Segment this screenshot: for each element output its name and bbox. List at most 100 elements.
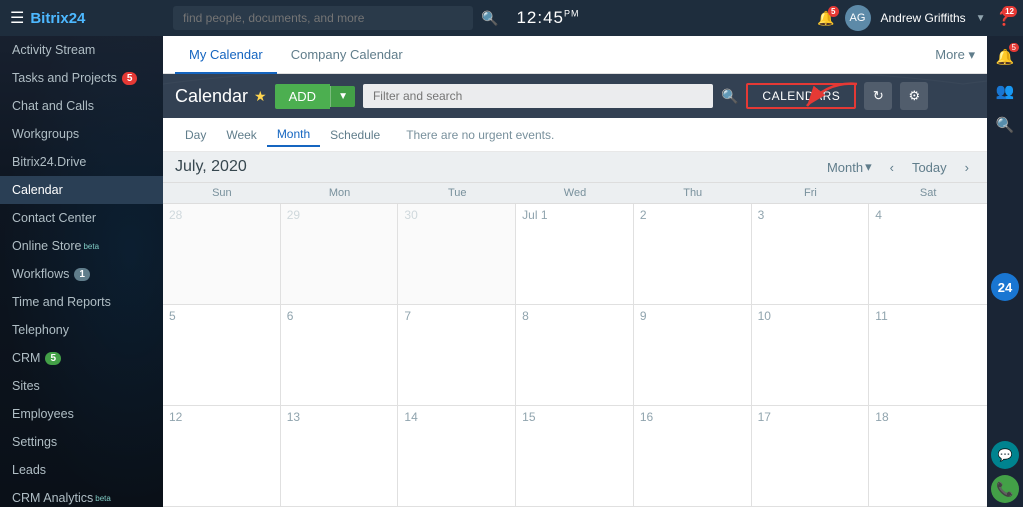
- cal-cell[interactable]: 3: [752, 204, 870, 304]
- live-chat-icon[interactable]: 💬: [991, 441, 1019, 469]
- day-number: 6: [287, 309, 392, 323]
- day-number: 4: [875, 208, 981, 222]
- view-schedule[interactable]: Schedule: [320, 124, 390, 146]
- day-number: 10: [758, 309, 863, 323]
- sidebar-item-online-store[interactable]: Online Storebeta: [0, 232, 163, 260]
- sidebar-item-label: Activity Stream: [12, 43, 95, 57]
- search-input[interactable]: [173, 6, 473, 30]
- cal-cell[interactable]: 14: [398, 406, 516, 506]
- sidebar-item-workflows[interactable]: Workflows 1: [0, 260, 163, 288]
- cal-cell[interactable]: 30: [398, 204, 516, 304]
- sidebar-item-crm[interactable]: CRM5: [0, 344, 163, 372]
- day-name-wed: Wed: [516, 183, 634, 203]
- sidebar-item-calendar[interactable]: Calendar: [0, 176, 163, 204]
- beta-badge: beta: [83, 242, 99, 251]
- add-button[interactable]: ADD: [275, 84, 330, 109]
- day-number: 16: [640, 410, 745, 424]
- cal-cell[interactable]: 15: [516, 406, 634, 506]
- cal-week-0: 28 2930Jul 1234: [163, 204, 987, 305]
- activity-icon[interactable]: 👥: [989, 75, 1021, 107]
- sidebar-item-settings[interactable]: Settings: [0, 428, 163, 456]
- calendar-grid-header: July, 2020 Month ▾ ‹ Today ›: [163, 152, 987, 183]
- sidebar-item-contact-center[interactable]: Contact Center: [0, 204, 163, 232]
- cal-cell[interactable]: 4: [869, 204, 987, 304]
- next-button[interactable]: ›: [959, 158, 975, 177]
- counter-badge[interactable]: 24: [991, 273, 1019, 301]
- sidebar-item-label: Settings: [12, 435, 57, 449]
- today-button[interactable]: Today: [906, 158, 953, 177]
- sidebar-item-tasks-projects[interactable]: Tasks and Projects5: [0, 64, 163, 92]
- day-name-sun: Sun: [163, 183, 281, 203]
- view-week[interactable]: Week: [216, 124, 266, 146]
- cal-cell[interactable]: 8: [516, 305, 634, 405]
- cal-cell[interactable]: 28: [163, 204, 281, 304]
- sidebar-item-workgroups[interactable]: Workgroups: [0, 120, 163, 148]
- day-number: 5: [169, 309, 274, 323]
- sidebar-item-label: Workflows: [12, 267, 69, 281]
- calendars-button[interactable]: CALENDARS: [746, 83, 856, 109]
- menu-icon[interactable]: ☰: [10, 8, 24, 28]
- right-panel: 🔔 5 👥 🔍 24 💬 📞: [987, 36, 1023, 507]
- cal-cell[interactable]: 5: [163, 305, 281, 405]
- notification-icon[interactable]: 🔔 5: [989, 41, 1021, 73]
- cal-cell[interactable]: 6: [281, 305, 399, 405]
- sidebar-item-time-reports[interactable]: Time and Reports: [0, 288, 163, 316]
- logo-area[interactable]: ☰ Bitrix24: [0, 0, 163, 36]
- sidebar-item-bitrix24-drive[interactable]: Bitrix24.Drive: [0, 148, 163, 176]
- settings-button[interactable]: ⚙: [900, 82, 928, 110]
- day-number: 7: [404, 309, 509, 323]
- view-month[interactable]: Month: [267, 123, 320, 147]
- sidebar-item-telephony[interactable]: Telephony: [0, 316, 163, 344]
- app-name: Bitrix24: [30, 10, 85, 27]
- sidebar-item-chat-calls[interactable]: Chat and Calls: [0, 92, 163, 120]
- day-number: 14: [404, 410, 509, 424]
- sidebar-item-activity-stream[interactable]: Activity Stream: [0, 36, 163, 64]
- day-number: 28: [169, 208, 274, 222]
- cal-cell[interactable]: 17: [752, 406, 870, 506]
- day-number: 8: [522, 309, 627, 323]
- cal-cell[interactable]: 10: [752, 305, 870, 405]
- help-icon[interactable]: ❓ 12: [996, 10, 1013, 27]
- user-dropdown-arrow[interactable]: ▼: [976, 13, 986, 24]
- tab-my-calendar[interactable]: My Calendar: [175, 37, 277, 74]
- cal-week-2: 12 13 14 15 16 1718: [163, 406, 987, 507]
- cal-cell[interactable]: 11: [869, 305, 987, 405]
- search-rp-icon[interactable]: 🔍: [989, 109, 1021, 141]
- sidebar-item-sites[interactable]: Sites: [0, 372, 163, 400]
- sidebar-item-label: Chat and Calls: [12, 99, 94, 113]
- day-names-header: SunMonTueWedThuFriSat: [163, 183, 987, 204]
- calendar-search-icon[interactable]: 🔍: [721, 88, 738, 105]
- day-name-fri: Fri: [752, 183, 870, 203]
- sidebar-item-crm-analytics[interactable]: CRM Analyticsbeta: [0, 484, 163, 507]
- cal-cell[interactable]: 16: [634, 406, 752, 506]
- cal-cell[interactable]: 9: [634, 305, 752, 405]
- cal-cell[interactable]: 12: [163, 406, 281, 506]
- cal-cell[interactable]: 2: [634, 204, 752, 304]
- day-number: 13: [287, 410, 392, 424]
- avatar[interactable]: AG: [845, 5, 871, 31]
- topbar-icons: 🔔 5 AG Andrew Griffiths ▼ ❓ 12: [817, 5, 1013, 31]
- search-icon[interactable]: 🔍: [481, 10, 498, 27]
- cal-cell[interactable]: 29: [281, 204, 399, 304]
- more-dropdown[interactable]: More ▾: [935, 47, 975, 63]
- cal-cell[interactable]: Jul 1: [516, 204, 634, 304]
- refresh-button[interactable]: ↻: [864, 82, 892, 110]
- view-day[interactable]: Day: [175, 124, 216, 146]
- username[interactable]: Andrew Griffiths: [881, 11, 966, 25]
- add-dropdown-arrow[interactable]: ▼: [330, 86, 355, 107]
- star-icon[interactable]: ★: [254, 88, 267, 105]
- calendar-search-input[interactable]: [363, 84, 713, 108]
- bell-icon[interactable]: 🔔 5: [817, 10, 834, 27]
- prev-button[interactable]: ‹: [884, 158, 900, 177]
- call-icon[interactable]: 📞: [991, 475, 1019, 503]
- sidebar-item-employees[interactable]: Employees: [0, 400, 163, 428]
- tab-company-calendar[interactable]: Company Calendar: [277, 37, 417, 74]
- cal-cell[interactable]: 18: [869, 406, 987, 506]
- item-badge: 1: [74, 268, 90, 281]
- cal-cell[interactable]: 13: [281, 406, 399, 506]
- main-content: My Calendar Company Calendar More ▾ Cale…: [163, 36, 987, 507]
- month-select[interactable]: Month ▾: [821, 157, 878, 177]
- sidebar-item-leads[interactable]: Leads: [0, 456, 163, 484]
- cal-cell[interactable]: 7: [398, 305, 516, 405]
- sidebar-item-label: Calendar: [12, 183, 63, 197]
